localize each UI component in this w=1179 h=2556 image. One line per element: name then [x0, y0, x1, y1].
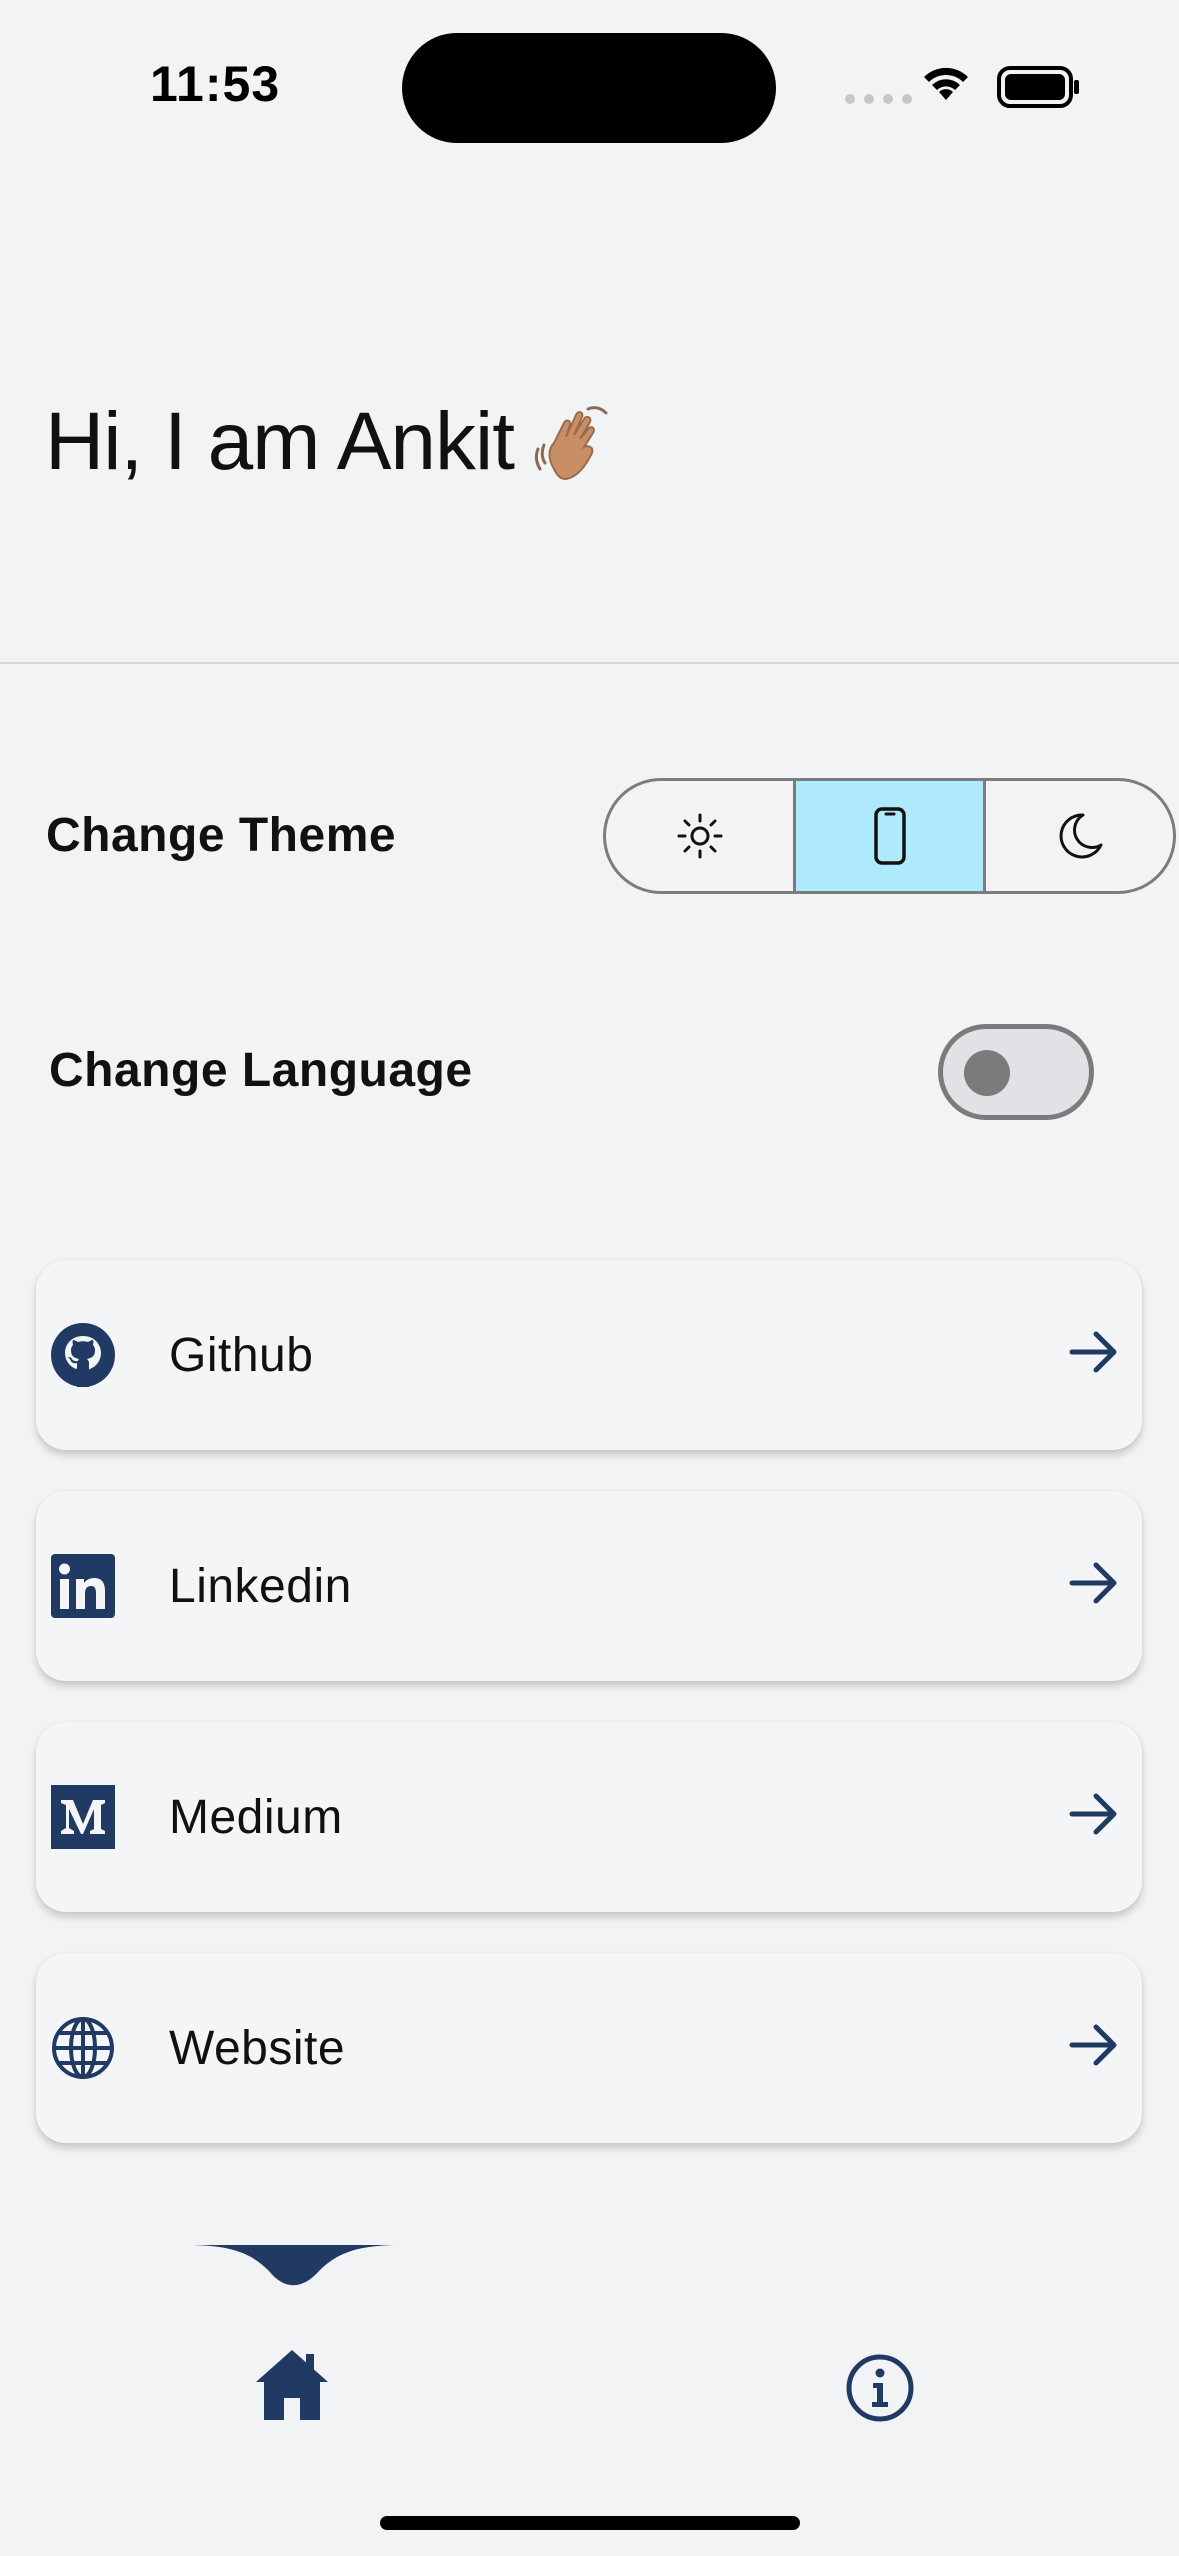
- theme-option-dark[interactable]: [983, 781, 1173, 891]
- github-link-card[interactable]: Github: [36, 1260, 1142, 1450]
- waving-hand-icon: [534, 406, 608, 481]
- medium-icon: [51, 1785, 115, 1849]
- home-indicator: [380, 2516, 800, 2530]
- wifi-icon: [924, 67, 968, 100]
- info-icon[interactable]: [846, 2354, 914, 2422]
- arrow-right-icon: [1069, 1562, 1117, 1604]
- change-language-label: Change Language: [49, 1044, 473, 1097]
- arrow-right-icon: [1069, 1331, 1117, 1373]
- home-icon[interactable]: [252, 2346, 332, 2422]
- linkedin-icon: [51, 1554, 115, 1618]
- change-theme-label: Change Theme: [46, 809, 397, 862]
- linkedin-link-card[interactable]: Linkedin: [36, 1491, 1142, 1681]
- phone-icon: [873, 807, 906, 865]
- arrow-right-icon: [1069, 2024, 1117, 2066]
- dynamic-island: [402, 33, 776, 143]
- greeting-text: Hi, I am Ankit: [45, 396, 515, 487]
- theme-option-light[interactable]: [606, 781, 793, 891]
- greeting-title: Hi, I am Ankit: [45, 395, 616, 489]
- sun-icon: [677, 813, 722, 859]
- theme-segmented-control[interactable]: [603, 778, 1176, 894]
- website-link-card[interactable]: Website: [36, 1953, 1142, 2143]
- linkedin-label: Linkedin: [169, 1559, 352, 1613]
- globe-icon: [52, 2017, 114, 2079]
- status-time: 11:53: [150, 56, 281, 112]
- cellular-signal-icon: [845, 94, 912, 104]
- nav-active-indicator: [187, 2245, 401, 2286]
- language-toggle[interactable]: [938, 1024, 1094, 1120]
- battery-icon: [997, 66, 1079, 108]
- github-label: Github: [169, 1328, 314, 1382]
- github-icon: [51, 1323, 115, 1387]
- moon-icon: [1059, 813, 1102, 859]
- medium-link-card[interactable]: Medium: [36, 1722, 1142, 1912]
- website-label: Website: [169, 2021, 346, 2075]
- toggle-knob: [964, 1050, 1010, 1096]
- theme-option-system[interactable]: [793, 781, 983, 891]
- arrow-right-icon: [1069, 1793, 1117, 1835]
- header-divider: [0, 662, 1179, 664]
- medium-label: Medium: [169, 1790, 343, 1844]
